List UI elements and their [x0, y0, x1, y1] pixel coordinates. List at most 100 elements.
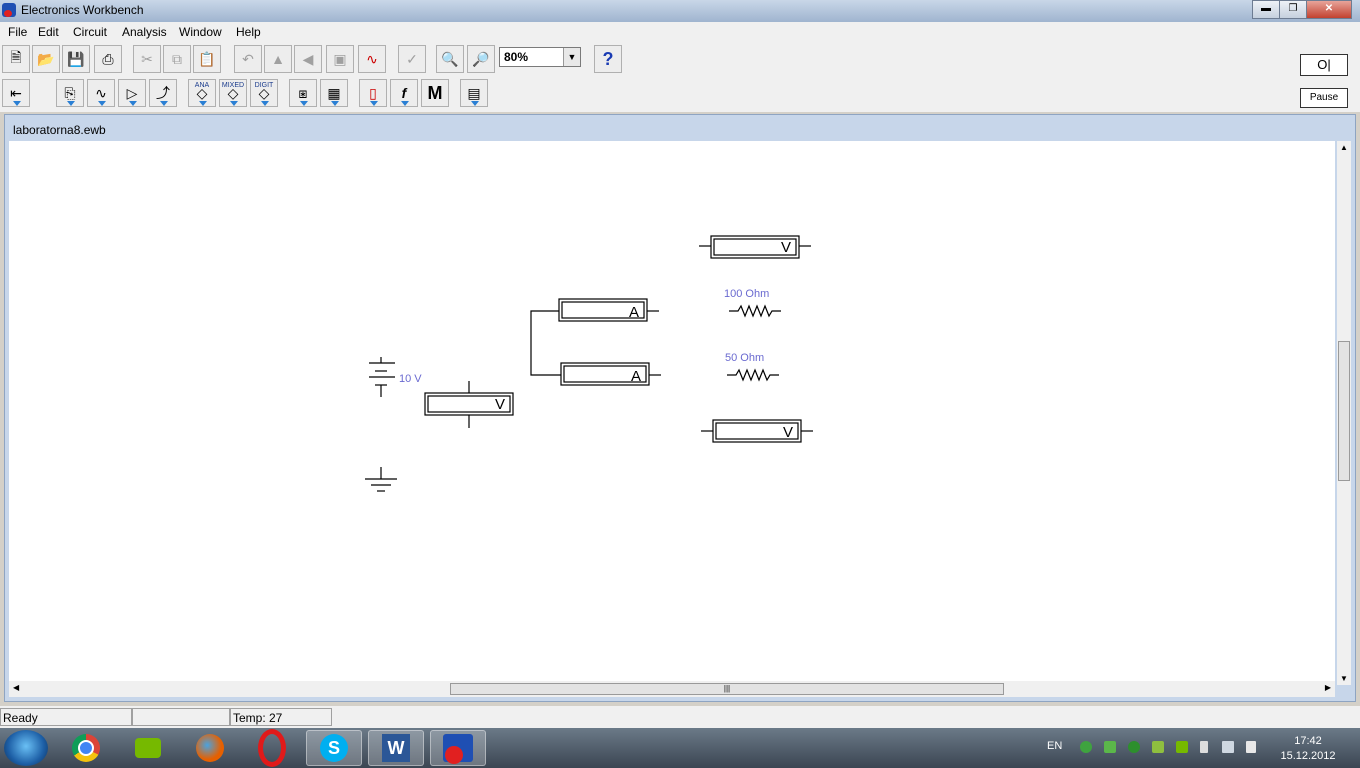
voltmeter-bottom[interactable]: [701, 419, 813, 443]
flip-horizontal-icon[interactable]: ▲: [264, 45, 292, 73]
flip-vertical-icon[interactable]: ◀: [294, 45, 322, 73]
open-folder-icon[interactable]: 📂: [32, 45, 60, 73]
menu-bar: File Edit Circuit Analysis Window Help: [0, 22, 1360, 42]
print-icon[interactable]: ⎙: [94, 45, 122, 73]
word-icon[interactable]: W: [368, 730, 424, 766]
voltmeter-top-symbol: V: [781, 239, 791, 256]
transistors-bin-icon[interactable]: ⤴: [149, 79, 177, 107]
circuit-window: laboratorna8.ewb V A A V V 100 Ohm 50 Oh…: [4, 114, 1356, 702]
graph-icon[interactable]: ∿: [358, 45, 386, 73]
subcircuit-icon[interactable]: ▣: [326, 45, 354, 73]
window-title: Electronics Workbench: [21, 3, 144, 17]
scroll-up-icon[interactable]: ▲: [1340, 143, 1348, 152]
battery-label: 10 V: [399, 373, 422, 385]
voltmeter-top[interactable]: [699, 235, 811, 259]
tray-nvidia-icon[interactable]: [1176, 741, 1188, 753]
pause-button[interactable]: Pause: [1300, 88, 1348, 108]
parts-toolbar: ⇤ ⎘ ∿ ▷ ⤴ ANA ◇ MIXED ◇ DIGIT ◇ ⧆ ▦ ▯ f M ▤: [0, 76, 1360, 112]
tray-flag-icon[interactable]: [1200, 741, 1208, 753]
tray-volume-icon[interactable]: [1246, 741, 1256, 753]
status-cell: [132, 708, 230, 726]
zoom-value: 80%: [504, 50, 529, 64]
app-icon[interactable]: [2, 3, 16, 17]
chrome-icon[interactable]: [58, 730, 114, 766]
tray-chat-icon[interactable]: [1104, 741, 1116, 753]
tray-security-icon[interactable]: [1152, 741, 1164, 753]
vertical-scroll-thumb[interactable]: [1338, 341, 1350, 481]
nvidia-icon[interactable]: [120, 730, 176, 766]
component-properties-icon[interactable]: ✓: [398, 45, 426, 73]
controls-bin-icon[interactable]: f: [390, 79, 418, 107]
ground-icon[interactable]: [365, 467, 397, 492]
cut-icon[interactable]: ✂: [133, 45, 161, 73]
tray-utorrent-icon[interactable]: [1128, 741, 1140, 753]
menu-edit[interactable]: Edit: [38, 25, 59, 39]
basic-bin-icon[interactable]: ∿: [87, 79, 115, 107]
miscellaneous-bin-icon[interactable]: M: [421, 79, 449, 107]
favorites-bin-icon[interactable]: ⇤: [2, 79, 30, 107]
zoom-select[interactable]: 80% ▼: [499, 47, 581, 67]
save-icon[interactable]: 💾: [62, 45, 90, 73]
menu-help[interactable]: Help: [236, 25, 261, 39]
logic-gates-bin-icon[interactable]: ⧆: [289, 79, 317, 107]
rotate-icon[interactable]: ↶: [234, 45, 262, 73]
chevron-down-icon[interactable]: ▼: [563, 48, 580, 66]
analog-ics-bin-icon[interactable]: ANA ◇: [188, 79, 216, 107]
opera-icon[interactable]: [244, 729, 300, 767]
circuit-canvas[interactable]: V A A V V 100 Ohm 50 Ohm 10 V: [9, 141, 1335, 685]
indicators-bin-icon[interactable]: ▯: [359, 79, 387, 107]
scroll-right-icon[interactable]: ▶: [1325, 683, 1331, 692]
menu-analysis[interactable]: Analysis: [122, 25, 167, 39]
tray-network-icon[interactable]: [1222, 741, 1234, 753]
instruments-bin-icon[interactable]: ▤: [460, 79, 488, 107]
start-button-icon[interactable]: [4, 730, 48, 766]
zoom-in-icon[interactable]: 🔎: [467, 45, 495, 73]
power-switch[interactable]: O|: [1300, 54, 1348, 76]
status-bar: Ready Temp: 27: [0, 706, 1360, 728]
menu-circuit[interactable]: Circuit: [73, 25, 107, 39]
document-title: laboratorna8.ewb: [13, 123, 106, 137]
ammeter-2[interactable]: [560, 362, 661, 386]
new-file-icon[interactable]: 🗎: [2, 45, 30, 73]
ammeter-1[interactable]: [530, 298, 659, 376]
zoom-out-icon[interactable]: 🔍: [436, 45, 464, 73]
resistor-50-ohm[interactable]: [727, 368, 779, 382]
scroll-down-icon[interactable]: ▼: [1340, 674, 1348, 683]
resistor-100-label: 100 Ohm: [724, 288, 770, 300]
language-indicator[interactable]: EN: [1047, 740, 1062, 752]
horizontal-scroll-thumb[interactable]: |||: [450, 683, 1004, 695]
menu-window[interactable]: Window: [179, 25, 222, 39]
menu-file[interactable]: File: [8, 25, 27, 39]
tray-sync-icon[interactable]: [1080, 741, 1092, 753]
status-text: Ready: [0, 708, 132, 726]
maximize-button[interactable]: ❐: [1279, 0, 1307, 19]
mixed-ics-bin-icon[interactable]: MIXED ◇: [219, 79, 247, 107]
digital-ics-bin-icon[interactable]: DIGIT ◇: [250, 79, 278, 107]
voltmeter-middle-symbol: V: [495, 396, 505, 413]
vertical-scrollbar[interactable]: ▲ ▼: [1337, 141, 1351, 685]
help-button[interactable]: ?: [594, 45, 622, 73]
firefox-icon[interactable]: [182, 730, 238, 766]
scroll-left-icon[interactable]: ◀: [13, 683, 19, 692]
digital-bin-icon[interactable]: ▦: [320, 79, 348, 107]
ammeter-2-symbol: A: [631, 368, 641, 385]
title-bar: Electronics Workbench ▬ ❐ ✕: [0, 0, 1360, 22]
skype-icon[interactable]: S: [306, 730, 362, 766]
status-temp: Temp: 27: [230, 708, 332, 726]
close-button[interactable]: ✕: [1306, 0, 1352, 19]
battery-icon[interactable]: [369, 357, 395, 397]
electronics-workbench-icon[interactable]: [430, 730, 486, 766]
copy-icon[interactable]: ⧉: [163, 45, 191, 73]
main-toolbar: 🗎 📂 💾 ⎙ ✂ ⧉ 📋 ↶ ▲ ◀ ▣ ∿ ✓ 🔍 🔎 ?: [0, 42, 1360, 76]
paste-icon[interactable]: 📋: [193, 45, 221, 73]
system-clock[interactable]: 17:42 15.12.2012: [1278, 734, 1338, 764]
minimize-button[interactable]: ▬: [1252, 0, 1280, 19]
windows-taskbar: S W EN 17:42 15.12.2012: [0, 728, 1360, 768]
resistor-100-ohm[interactable]: [729, 304, 781, 318]
horizontal-scrollbar[interactable]: ◀ ||| ▶: [9, 681, 1335, 697]
diodes-bin-icon[interactable]: ▷: [118, 79, 146, 107]
circuit-schematic: V A A V V: [365, 235, 813, 492]
resistor-50-label: 50 Ohm: [725, 352, 765, 364]
digit-label: DIGIT: [254, 82, 274, 89]
sources-bin-icon[interactable]: ⎘: [56, 79, 84, 107]
